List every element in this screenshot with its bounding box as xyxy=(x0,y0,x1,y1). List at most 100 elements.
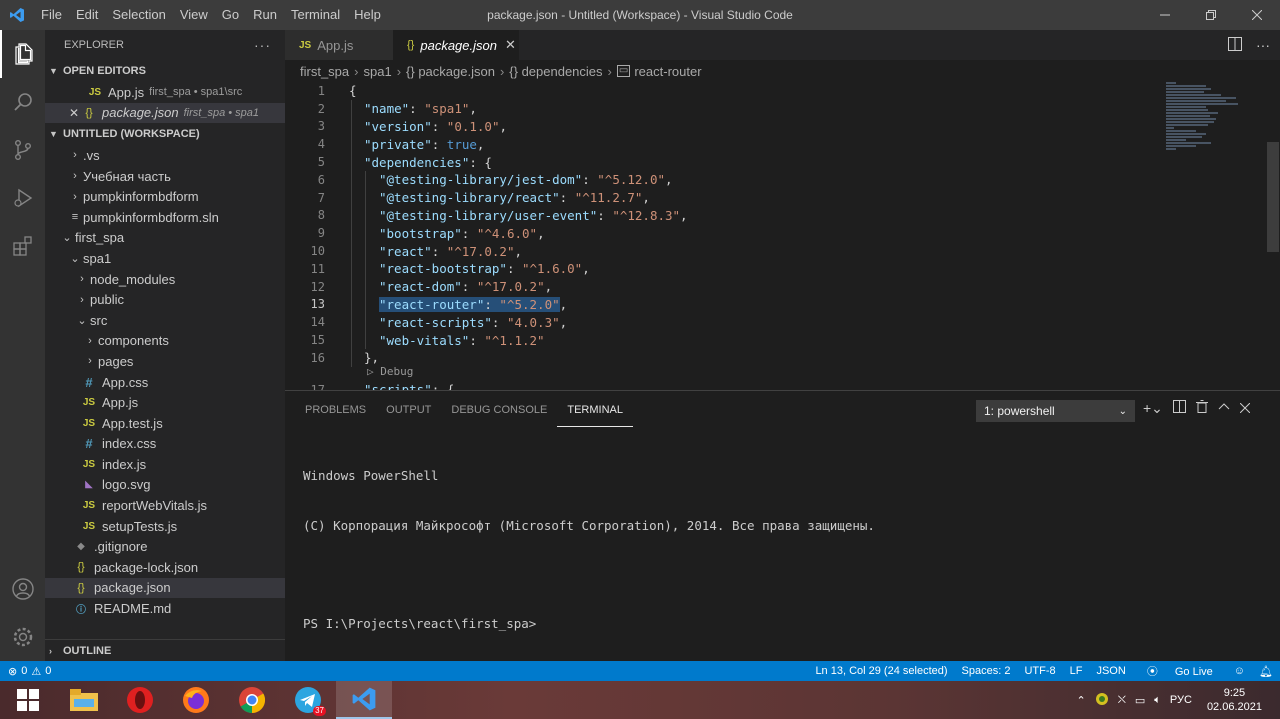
clock[interactable]: 9:25 02.06.2021 xyxy=(1207,686,1262,714)
tree-folder[interactable]: › .vs xyxy=(45,145,285,166)
tab-app-js[interactable]: JS App.js xyxy=(285,30,393,60)
manage-activity[interactable] xyxy=(0,613,45,661)
terminal-output[interactable]: Windows PowerShell (C) Корпорация Майкро… xyxy=(303,435,875,666)
tree-file[interactable]: JS App.js xyxy=(45,392,285,413)
tree-file[interactable]: {} package-lock.json xyxy=(45,557,285,578)
network-off-icon[interactable]: ⛌ xyxy=(1118,694,1126,707)
tab-output[interactable]: OUTPUT xyxy=(376,391,441,429)
code-line[interactable]: 8 "@testing-library/user-event": "^12.8.3… xyxy=(285,207,1165,225)
code-line[interactable]: 7 "@testing-library/react": "^11.2.7", xyxy=(285,189,1165,207)
code-line[interactable]: 5 "dependencies": { xyxy=(285,153,1165,171)
tree-file[interactable]: ◣ logo.svg xyxy=(45,475,285,496)
minimap[interactable] xyxy=(1166,82,1266,202)
encoding[interactable]: UTF-8 xyxy=(1017,665,1062,677)
file-explorer-app[interactable] xyxy=(56,681,112,719)
code-line[interactable]: 4 "private": true, xyxy=(285,135,1165,153)
menu-file[interactable]: File xyxy=(34,0,69,30)
breadcrumb-item[interactable]: spa1 xyxy=(363,64,391,79)
bell-icon[interactable]: 🔔︎ xyxy=(1252,665,1280,678)
code-line[interactable]: 16}, xyxy=(285,349,1165,367)
code-line[interactable]: 1{ xyxy=(285,82,1165,100)
debug-codelens[interactable]: ▷ Debug xyxy=(367,365,413,378)
close-icon[interactable]: ✕ xyxy=(505,37,516,53)
tree-file[interactable]: ⓘ README.md xyxy=(45,598,285,619)
open-editor-item[interactable]: ✕ {} package.json first_spa • spa1 xyxy=(45,102,285,124)
tree-file[interactable]: ◆ .gitignore xyxy=(45,536,285,557)
app-tray-icon[interactable] xyxy=(1095,692,1109,709)
telegram-app[interactable]: 37 xyxy=(280,681,336,719)
tree-file[interactable]: {} package.json xyxy=(45,577,285,599)
code-line[interactable]: 17 "scripts": { xyxy=(285,381,1165,390)
code-line[interactable]: 2 "name": "spa1", xyxy=(285,100,1165,118)
code-line[interactable]: 14 "react-scripts": "4.0.3", xyxy=(285,313,1165,331)
firefox-app[interactable] xyxy=(168,681,224,719)
device-icon[interactable]: ▭ xyxy=(1135,694,1145,707)
volume-icon[interactable]: 🔈︎ xyxy=(1154,694,1161,707)
menu-go[interactable]: Go xyxy=(215,0,246,30)
cursor-position[interactable]: Ln 13, Col 29 (24 selected) xyxy=(808,665,954,677)
tree-file[interactable]: JS App.test.js xyxy=(45,413,285,434)
close-icon[interactable] xyxy=(1239,400,1251,417)
problems-indicator[interactable]: ⊗ 0 ⚠ 0 xyxy=(0,665,51,678)
close-window-button[interactable] xyxy=(1234,0,1280,30)
start-button[interactable] xyxy=(0,681,56,719)
breadcrumb-item[interactable]: react-router xyxy=(634,64,701,79)
search-activity[interactable] xyxy=(0,78,45,126)
end-of-line[interactable]: LF xyxy=(1063,665,1090,677)
editor-scrollbar[interactable] xyxy=(1266,82,1280,390)
minimize-button[interactable] xyxy=(1142,0,1188,30)
menu-run[interactable]: Run xyxy=(246,0,284,30)
tree-folder[interactable]: › pumpkinformbdform xyxy=(45,186,285,207)
split-terminal-icon[interactable] xyxy=(1172,400,1186,417)
tree-file[interactable]: # index.css xyxy=(45,434,285,455)
outline-section[interactable]: › OUTLINE xyxy=(45,639,285,661)
chrome-app[interactable] xyxy=(224,681,280,719)
scrollbar-thumb[interactable] xyxy=(1267,142,1279,252)
code-line[interactable]: 15 "web-vitals": "^1.1.2" xyxy=(285,331,1165,349)
code-line[interactable]: 13 "react-router": "^5.2.0", xyxy=(285,296,1165,314)
more-actions-icon[interactable]: ··· xyxy=(254,37,271,53)
tree-file[interactable]: JS index.js xyxy=(45,454,285,475)
tree-folder[interactable]: › components xyxy=(45,331,285,352)
close-icon[interactable]: ✕ xyxy=(69,106,82,120)
menu-edit[interactable]: Edit xyxy=(69,0,105,30)
run-debug-activity[interactable] xyxy=(0,174,45,222)
code-line[interactable]: 3 "version": "0.1.0", xyxy=(285,118,1165,136)
code-line[interactable]: 11 "react-bootstrap": "^1.6.0", xyxy=(285,260,1165,278)
input-language[interactable]: РУС xyxy=(1170,694,1192,706)
code-line[interactable]: 12 "react-dom": "^17.0.2", xyxy=(285,278,1165,296)
tree-folder[interactable]: ⌄ src xyxy=(45,310,285,331)
accounts-activity[interactable] xyxy=(0,565,45,613)
tree-folder[interactable]: › Учебная часть xyxy=(45,166,285,187)
chevron-up-icon[interactable] xyxy=(1218,400,1230,417)
tree-file[interactable]: ≡ pumpkinformbdform.sln xyxy=(45,207,285,228)
menu-selection[interactable]: Selection xyxy=(105,0,172,30)
explorer-activity[interactable] xyxy=(0,30,45,78)
tree-folder[interactable]: ⌄ spa1 xyxy=(45,248,285,269)
tree-folder[interactable]: › node_modules xyxy=(45,269,285,290)
feedback-icon[interactable]: ☺ xyxy=(1227,665,1252,677)
code-line[interactable]: 9 "bootstrap": "^4.6.0", xyxy=(285,224,1165,242)
tree-file[interactable]: JS setupTests.js xyxy=(45,516,285,537)
restore-button[interactable] xyxy=(1188,0,1234,30)
tree-folder[interactable]: › pages xyxy=(45,351,285,372)
tab-debug-console[interactable]: DEBUG CONSOLE xyxy=(441,391,557,429)
open-editors-section[interactable]: ▼ OPEN EDITORS xyxy=(45,60,285,82)
tree-file[interactable]: JS reportWebVitals.js xyxy=(45,495,285,516)
new-terminal-icon[interactable]: +⌄ xyxy=(1143,400,1163,417)
terminal-select[interactable]: 1: powershell ⌄ xyxy=(976,400,1135,422)
menu-terminal[interactable]: Terminal xyxy=(284,0,347,30)
indentation[interactable]: Spaces: 2 xyxy=(955,665,1018,677)
language-mode[interactable]: JSON xyxy=(1089,665,1132,677)
trash-icon[interactable] xyxy=(1195,400,1208,417)
workspace-section[interactable]: ▼ UNTITLED (WORKSPACE) xyxy=(45,123,285,145)
chevron-up-icon[interactable]: ⌃ xyxy=(1076,694,1085,707)
breadcrumb-item[interactable]: first_spa xyxy=(300,64,349,79)
tree-folder[interactable]: ⌄ first_spa xyxy=(45,228,285,249)
extensions-activity[interactable] xyxy=(0,222,45,270)
code-line[interactable]: 6 "@testing-library/jest-dom": "^5.12.0", xyxy=(285,171,1165,189)
tree-file[interactable]: # App.css xyxy=(45,372,285,393)
menu-help[interactable]: Help xyxy=(347,0,388,30)
go-live-button[interactable]: ⦿ Go Live xyxy=(1133,663,1227,679)
split-editor-icon[interactable] xyxy=(1228,36,1242,54)
